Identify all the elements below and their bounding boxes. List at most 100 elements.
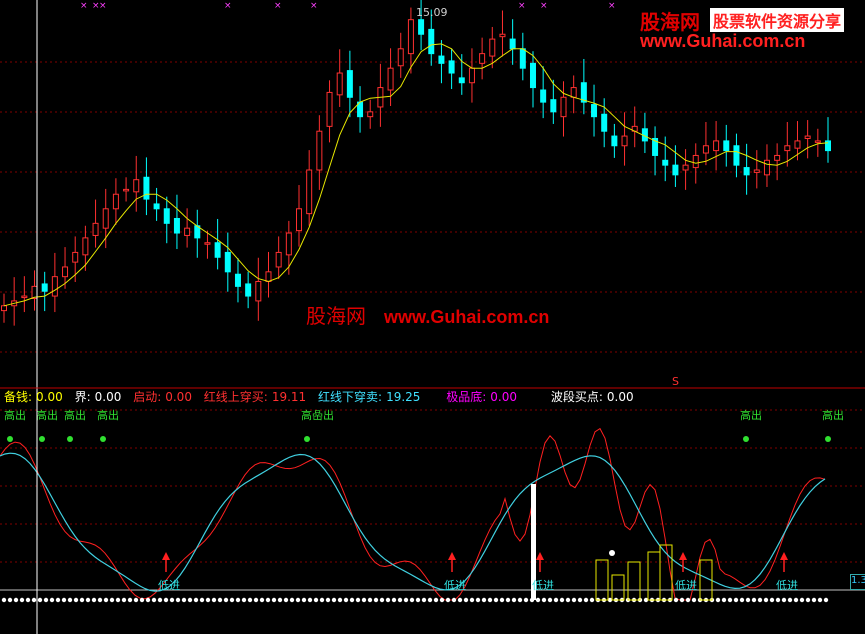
candle-body (173, 217, 180, 234)
baseline-dot (487, 597, 493, 603)
candle-body (428, 28, 435, 55)
baseline-dot (463, 597, 469, 603)
baseline-dot (79, 597, 85, 603)
candle-body (245, 283, 252, 297)
candle-body (296, 208, 303, 232)
baseline-dot (421, 597, 427, 603)
high-out-label: 高出 (64, 408, 86, 422)
baseline-dot (331, 597, 337, 603)
low-in-label: 低进 (444, 579, 466, 592)
baseline-dot (307, 597, 313, 603)
low-in-label: 低进 (532, 579, 554, 592)
baseline-dot (319, 597, 325, 603)
baseline-dot (121, 597, 127, 603)
baseline-dot (763, 597, 769, 603)
logo-url: www.Guhai.com.cn (640, 31, 806, 51)
baseline-dot (91, 597, 97, 603)
candle-body (774, 154, 781, 161)
ind-item-4: 红线下穿卖: 19.25 (318, 390, 421, 404)
center-watermark-url: www.Guhai.com.cn (384, 307, 550, 327)
cross-mark: × (518, 1, 526, 11)
baseline-dot (37, 597, 43, 603)
baseline-dot (85, 597, 91, 603)
low-in-label: 低进 (776, 579, 798, 592)
baseline-dot (439, 597, 445, 603)
baseline-dot (751, 597, 757, 603)
cross-mark: × (310, 1, 318, 11)
baseline-dot (805, 597, 811, 603)
candle-body (133, 179, 140, 193)
baseline-dot (379, 597, 385, 603)
baseline-dot (691, 597, 697, 603)
low-in-arrow (780, 552, 788, 560)
baseline-dot (97, 597, 103, 603)
candle-body (184, 227, 191, 236)
baseline-dot (577, 597, 583, 603)
baseline-dot (7, 597, 13, 603)
candle-body (794, 140, 801, 149)
candle-body (479, 53, 486, 64)
oscillator-panel (0, 427, 829, 603)
candle-body (733, 145, 740, 166)
baseline-dot (811, 597, 817, 603)
signal-markers: 高出 高出 高出 高出 高喦出 高出 高出低进 低进 低进 低进 低进× × × × × × × × × (4, 1, 844, 601)
baseline-dot (139, 597, 145, 603)
baseline-dot (541, 597, 547, 603)
baseline-dot (715, 597, 721, 603)
indicator-bar: 备钱: 0.00 界: 0.00 启动: 0.00 红线上穿买: 19.11 红线下穿卖… (4, 388, 642, 405)
baseline-dot (145, 597, 151, 603)
candle-body (397, 48, 404, 67)
baseline-dot (553, 597, 559, 603)
candle-body (62, 266, 69, 278)
candle-body (326, 91, 333, 127)
candle-body (163, 208, 170, 224)
baseline-dot (571, 597, 577, 603)
high-out-dot (100, 436, 106, 442)
low-in-arrow (679, 552, 687, 560)
baseline-dot (313, 597, 319, 603)
baseline-dot (775, 597, 781, 603)
baseline-dot (685, 597, 691, 603)
center-watermark-cn: 股海网 (306, 304, 366, 328)
candle-body (285, 232, 292, 256)
baseline-dot (781, 597, 787, 603)
baseline-dot (745, 597, 751, 603)
candle-body (723, 140, 730, 152)
candle-body (499, 33, 506, 38)
low-in-arrow (162, 552, 170, 560)
candle-body (763, 159, 770, 176)
candle-body (743, 167, 750, 176)
baseline-dot (193, 597, 199, 603)
candle-body (102, 208, 109, 229)
candle-body (509, 38, 516, 50)
baseline-dot (451, 597, 457, 603)
baseline-dot (505, 597, 511, 603)
candle-body (123, 188, 130, 192)
baseline-dot (769, 597, 775, 603)
candle-body (275, 251, 282, 268)
baseline-dot (1, 597, 7, 603)
candle-body (570, 87, 577, 98)
max-price-label: 15.09 (416, 6, 448, 19)
candle-body (662, 159, 669, 166)
cross-mark: × (608, 1, 616, 11)
candle-body (814, 140, 821, 143)
ind-item-1: 界: 0.00 (74, 390, 122, 404)
baseline-dot (337, 597, 343, 603)
baseline-dot (391, 597, 397, 603)
candle-body (448, 60, 455, 74)
high-out-dot (67, 436, 73, 442)
candle-body (591, 104, 598, 118)
baseline-dot (31, 597, 37, 603)
baseline-dot (19, 597, 25, 603)
high-out-dot (825, 436, 831, 442)
baseline-dot (565, 597, 571, 603)
baseline-dot (469, 597, 475, 603)
baseline-dot (253, 597, 259, 603)
candle-body (458, 77, 465, 84)
baseline-dot (223, 597, 229, 603)
baseline-dot (427, 597, 433, 603)
baseline-dot (349, 597, 355, 603)
baseline-dot (535, 597, 541, 603)
baseline-dot (25, 597, 31, 603)
